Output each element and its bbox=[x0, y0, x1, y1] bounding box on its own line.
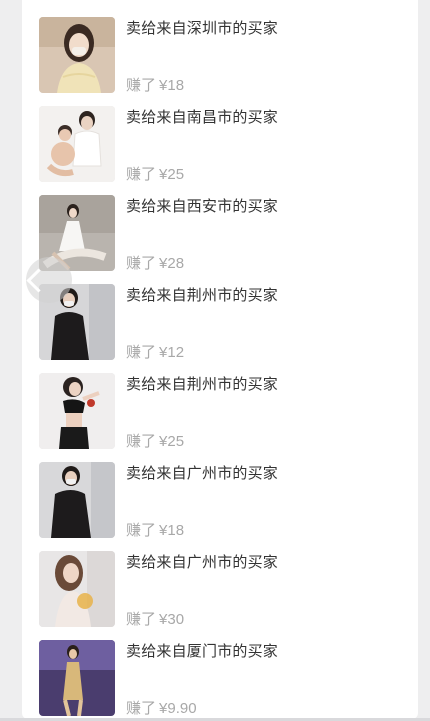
chevron-left-icon bbox=[26, 267, 51, 293]
earn-amount: 18 bbox=[167, 522, 185, 539]
earn-amount: 30 bbox=[167, 611, 185, 628]
sale-title: 卖给来自广州市的买家 bbox=[126, 465, 279, 482]
earn-label: 赚了 bbox=[126, 522, 157, 539]
sale-title: 卖给来自西安市的买家 bbox=[126, 198, 279, 215]
list-item[interactable]: 卖给来自荆州市的买家 赚了 ¥25 bbox=[39, 373, 409, 451]
list-item[interactable]: 卖给来自荆州市的买家 赚了 ¥12 bbox=[39, 284, 409, 362]
sale-title: 卖给来自广州市的买家 bbox=[126, 554, 279, 571]
earnings: 赚了 ¥25 bbox=[126, 163, 184, 184]
earn-label: 赚了 bbox=[126, 77, 157, 94]
list-item[interactable]: 卖给来自深圳市的买家 赚了 ¥18 bbox=[39, 17, 409, 95]
earnings: 赚了 ¥12 bbox=[126, 341, 184, 362]
earnings: 赚了 ¥25 bbox=[126, 430, 184, 451]
earn-amount: 28 bbox=[167, 255, 185, 272]
earnings: 赚了 ¥30 bbox=[126, 608, 184, 629]
page: 卖给来自深圳市的买家 赚了 ¥18 卖给来自南昌市的买家 赚了 ¥25 卖给来自… bbox=[0, 0, 430, 721]
product-thumbnail bbox=[39, 17, 115, 93]
sale-title: 卖给来自深圳市的买家 bbox=[126, 20, 279, 37]
earn-label: 赚了 bbox=[126, 433, 157, 450]
product-thumbnail bbox=[39, 551, 115, 627]
earn-label: 赚了 bbox=[126, 255, 157, 272]
product-thumbnail bbox=[39, 462, 115, 538]
earn-label: 赚了 bbox=[126, 700, 157, 717]
product-thumbnail bbox=[39, 640, 115, 716]
list-item[interactable]: 卖给来自厦门市的买家 赚了 ¥9.90 bbox=[39, 640, 409, 718]
earn-label: 赚了 bbox=[126, 166, 157, 183]
earn-amount: 9.90 bbox=[167, 700, 197, 717]
sale-title: 卖给来自荆州市的买家 bbox=[126, 287, 279, 304]
earn-label: 赚了 bbox=[126, 344, 157, 361]
list-item[interactable]: 卖给来自西安市的买家 赚了 ¥28 bbox=[39, 195, 409, 273]
earn-amount: 25 bbox=[167, 166, 185, 183]
list-item[interactable]: 卖给来自广州市的买家 赚了 ¥18 bbox=[39, 462, 409, 540]
earn-amount: 25 bbox=[167, 433, 185, 450]
sales-list-card: 卖给来自深圳市的买家 赚了 ¥18 卖给来自南昌市的买家 赚了 ¥25 卖给来自… bbox=[22, 0, 418, 719]
product-thumbnail bbox=[39, 106, 115, 182]
sale-title: 卖给来自南昌市的买家 bbox=[126, 109, 279, 126]
earnings: 赚了 ¥18 bbox=[126, 519, 184, 540]
earnings: 赚了 ¥28 bbox=[126, 252, 184, 273]
earn-amount: 12 bbox=[167, 344, 185, 361]
earnings: 赚了 ¥18 bbox=[126, 74, 184, 95]
earn-label: 赚了 bbox=[126, 611, 157, 628]
earnings: 赚了 ¥9.90 bbox=[126, 697, 197, 718]
sale-title: 卖给来自厦门市的买家 bbox=[126, 643, 279, 660]
list-item[interactable]: 卖给来自广州市的买家 赚了 ¥30 bbox=[39, 551, 409, 629]
earn-amount: 18 bbox=[167, 77, 185, 94]
sale-title: 卖给来自荆州市的买家 bbox=[126, 376, 279, 393]
product-thumbnail bbox=[39, 373, 115, 449]
back-button[interactable] bbox=[26, 257, 72, 303]
list-item[interactable]: 卖给来自南昌市的买家 赚了 ¥25 bbox=[39, 106, 409, 184]
